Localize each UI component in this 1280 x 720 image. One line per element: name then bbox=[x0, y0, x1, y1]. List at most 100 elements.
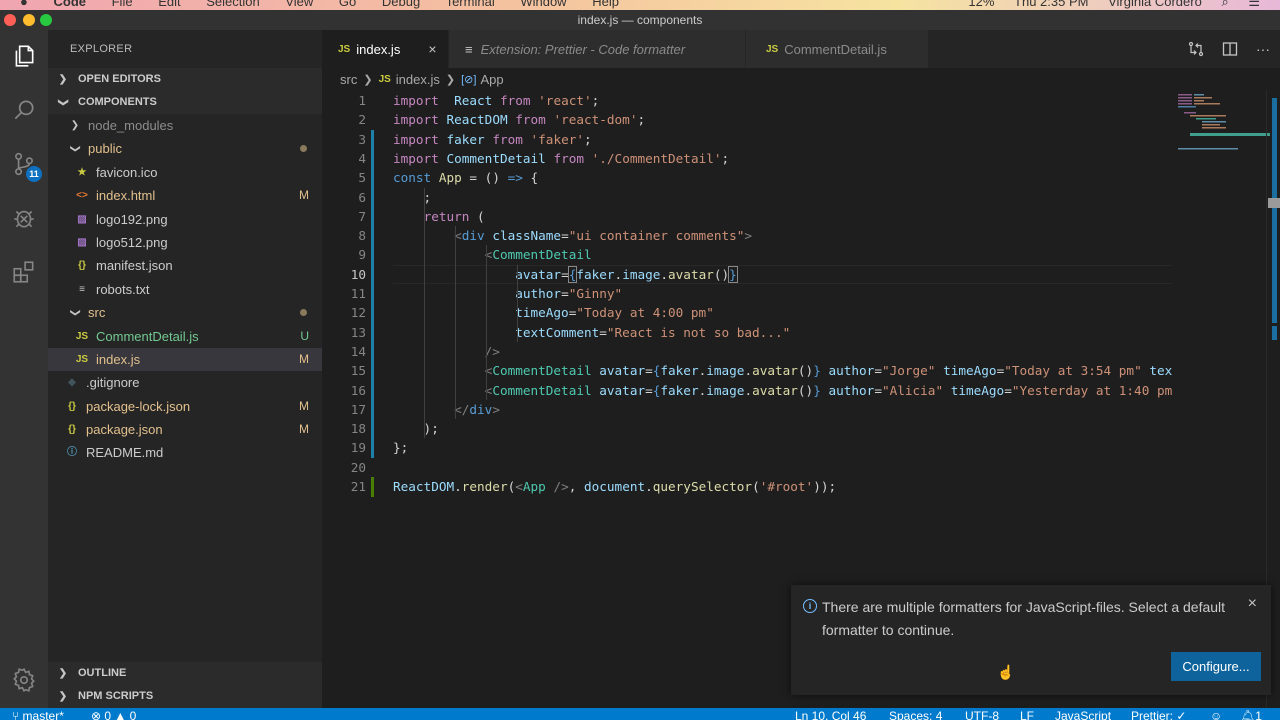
menu-edit[interactable]: Edit bbox=[158, 0, 180, 9]
tree-file[interactable]: ≡ robots.txt bbox=[48, 278, 322, 301]
menu-terminal[interactable]: Terminal bbox=[446, 0, 495, 9]
tree-file[interactable]: {} package-lock.json M bbox=[48, 395, 322, 418]
tree-folder[interactable]: ❯ node_modules bbox=[48, 114, 322, 137]
gutter-modified-marker bbox=[371, 419, 374, 439]
tree-file[interactable]: ⓘ README.md bbox=[48, 441, 322, 464]
tree-file[interactable]: JS index.js M bbox=[48, 347, 322, 372]
settings-button[interactable] bbox=[0, 656, 48, 704]
problems-indicator[interactable]: ⊗ 0 ▲ 0 bbox=[91, 709, 136, 720]
code-token: < bbox=[515, 479, 523, 494]
menu-go[interactable]: Go bbox=[339, 0, 356, 9]
notification-center-icon[interactable]: ☰ bbox=[1248, 0, 1260, 9]
more-actions-icon[interactable]: ··· bbox=[1256, 41, 1270, 57]
line-number: 19 bbox=[350, 440, 366, 456]
code-token: timeAgo bbox=[950, 382, 1005, 398]
tree-file[interactable]: ◆ .gitignore bbox=[48, 371, 322, 394]
menu-file[interactable]: File bbox=[112, 0, 133, 9]
code-token: = bbox=[874, 363, 882, 379]
prettier-status[interactable]: Prettier: ✓ bbox=[1131, 709, 1186, 720]
cursor-position[interactable]: Ln 10, Col 46 bbox=[795, 709, 866, 720]
components-section[interactable]: ❯ COMPONENTS bbox=[48, 91, 322, 114]
section-label: COMPONENTS bbox=[78, 96, 157, 108]
configure-button[interactable]: Configure... bbox=[1171, 652, 1261, 681]
tree-file[interactable]: {} package.json M bbox=[48, 418, 322, 441]
tree-folder[interactable]: ❯ public bbox=[48, 137, 322, 160]
code-line[interactable]: 1 import React from 'react'; bbox=[322, 91, 1172, 110]
tree-file[interactable]: {} manifest.json bbox=[48, 254, 322, 277]
apple-menu-icon[interactable]: ● bbox=[20, 0, 28, 9]
feedback-icon[interactable]: ☺ bbox=[1210, 709, 1222, 720]
close-icon[interactable]: × bbox=[1248, 595, 1257, 613]
code-line[interactable]: 16 <CommentDetail avatar={faker.image.av… bbox=[322, 380, 1172, 401]
battery-percent[interactable]: 12% bbox=[968, 0, 994, 9]
code-line[interactable]: 10 avatar={faker.image.avatar()} bbox=[322, 264, 1172, 285]
tree-file[interactable]: ▨ logo512.png bbox=[48, 231, 322, 254]
menu-help[interactable]: Help bbox=[592, 0, 619, 9]
end-of-line[interactable]: LF bbox=[1020, 709, 1034, 720]
notifications-bell[interactable]: 🔔︎1 bbox=[1240, 709, 1262, 720]
chevron-right-icon: ❯ bbox=[58, 74, 68, 85]
debug-button[interactable] bbox=[0, 194, 48, 242]
code-line[interactable]: 13 textComment="React is not so bad..." bbox=[322, 322, 1172, 343]
menu-selection[interactable]: Selection bbox=[206, 0, 259, 9]
code-line[interactable]: 21 ReactDOM.render(<App />, document.quer… bbox=[322, 477, 1172, 497]
extension-page-icon: ≡ bbox=[465, 41, 473, 57]
tree-file[interactable]: ▨ logo192.png bbox=[48, 208, 322, 231]
split-editor-icon[interactable] bbox=[1222, 41, 1238, 57]
git-status-badge: M bbox=[299, 351, 309, 366]
breadcrumb-folder[interactable]: src bbox=[340, 72, 357, 87]
tree-file[interactable]: <> index.html M bbox=[48, 184, 322, 207]
code-line[interactable]: 18 ); bbox=[322, 419, 1172, 439]
tree-file[interactable]: ★ favicon.ico bbox=[48, 161, 322, 184]
text-icon: ≡ bbox=[79, 283, 85, 295]
code-line[interactable]: 8 <div className="ui container comments"… bbox=[322, 226, 1172, 246]
code-line[interactable]: 6 ; bbox=[322, 187, 1172, 208]
breadcrumb-symbol[interactable]: App bbox=[480, 72, 503, 87]
npm-scripts-section[interactable]: ❯ NPM SCRIPTS bbox=[48, 685, 322, 708]
info-icon: i bbox=[803, 599, 817, 613]
code-text: const App = () => { bbox=[393, 168, 538, 187]
code-line[interactable]: 4 import CommentDetail from './CommentDet… bbox=[322, 148, 1172, 169]
code-line[interactable]: 20 bbox=[322, 458, 1172, 477]
indentation[interactable]: Spaces: 4 bbox=[889, 709, 942, 720]
open-changes-icon[interactable] bbox=[1188, 41, 1204, 57]
code-line[interactable]: 19}; bbox=[322, 438, 1172, 459]
code-line[interactable]: 7 return ( bbox=[322, 206, 1172, 227]
menu-window[interactable]: Window bbox=[520, 0, 566, 9]
code-line[interactable]: 2 import ReactDOM from 'react-dom'; bbox=[322, 110, 1172, 129]
line-number: 16 bbox=[350, 382, 366, 398]
code-line[interactable]: 3 import faker from 'faker'; bbox=[322, 129, 1172, 150]
code-line[interactable]: 15 <CommentDetail avatar={faker.image.av… bbox=[322, 361, 1172, 381]
explorer-button[interactable] bbox=[0, 32, 48, 80]
menu-debug[interactable]: Debug bbox=[382, 0, 420, 9]
close-icon[interactable]: × bbox=[428, 41, 436, 57]
code-line[interactable]: 14 /> bbox=[322, 341, 1172, 362]
spotlight-icon[interactable]: ⌕ bbox=[1221, 0, 1228, 9]
outline-section[interactable]: ❯ OUTLINE bbox=[48, 662, 322, 685]
tree-folder[interactable]: ❯ src bbox=[48, 301, 322, 324]
extensions-button[interactable] bbox=[0, 248, 48, 296]
code-line[interactable]: 5 const App = () => { bbox=[322, 168, 1172, 188]
menu-app[interactable]: Code bbox=[53, 0, 86, 9]
code-token: faker bbox=[660, 382, 699, 398]
tab-comment-detail-js[interactable]: JS CommentDetail.js bbox=[746, 30, 928, 68]
code-line[interactable]: 11 author="Ginny" bbox=[322, 284, 1172, 304]
code-token: avatar bbox=[752, 382, 798, 398]
user-name[interactable]: Virginia Cordero bbox=[1108, 0, 1202, 9]
tree-file[interactable]: JS CommentDetail.js U bbox=[48, 325, 322, 348]
source-control-button[interactable]: 11 bbox=[0, 140, 48, 188]
encoding[interactable]: UTF-8 bbox=[965, 709, 999, 720]
tab-index-js[interactable]: JS index.js × bbox=[322, 30, 448, 68]
clock[interactable]: Thu 2:35 PM bbox=[1014, 0, 1088, 9]
tab-prettier-extension[interactable]: ≡ Extension: Prettier - Code formatter bbox=[449, 30, 745, 68]
language-mode[interactable]: JavaScript bbox=[1055, 709, 1111, 720]
code-line[interactable]: 17 </div> bbox=[322, 399, 1172, 420]
breadcrumb-file[interactable]: index.js bbox=[396, 72, 440, 87]
code-line[interactable]: 12 timeAgo="Today at 4:00 pm" bbox=[322, 303, 1172, 324]
search-button[interactable] bbox=[0, 86, 48, 134]
menu-view[interactable]: View bbox=[285, 0, 313, 9]
open-editors-section[interactable]: ❯ OPEN EDITORS bbox=[48, 68, 322, 91]
git-branch[interactable]: ⑂ master* bbox=[12, 709, 64, 720]
code-line[interactable]: 9 <CommentDetail bbox=[322, 245, 1172, 266]
chevron-down-icon: ❯ bbox=[57, 98, 69, 107]
